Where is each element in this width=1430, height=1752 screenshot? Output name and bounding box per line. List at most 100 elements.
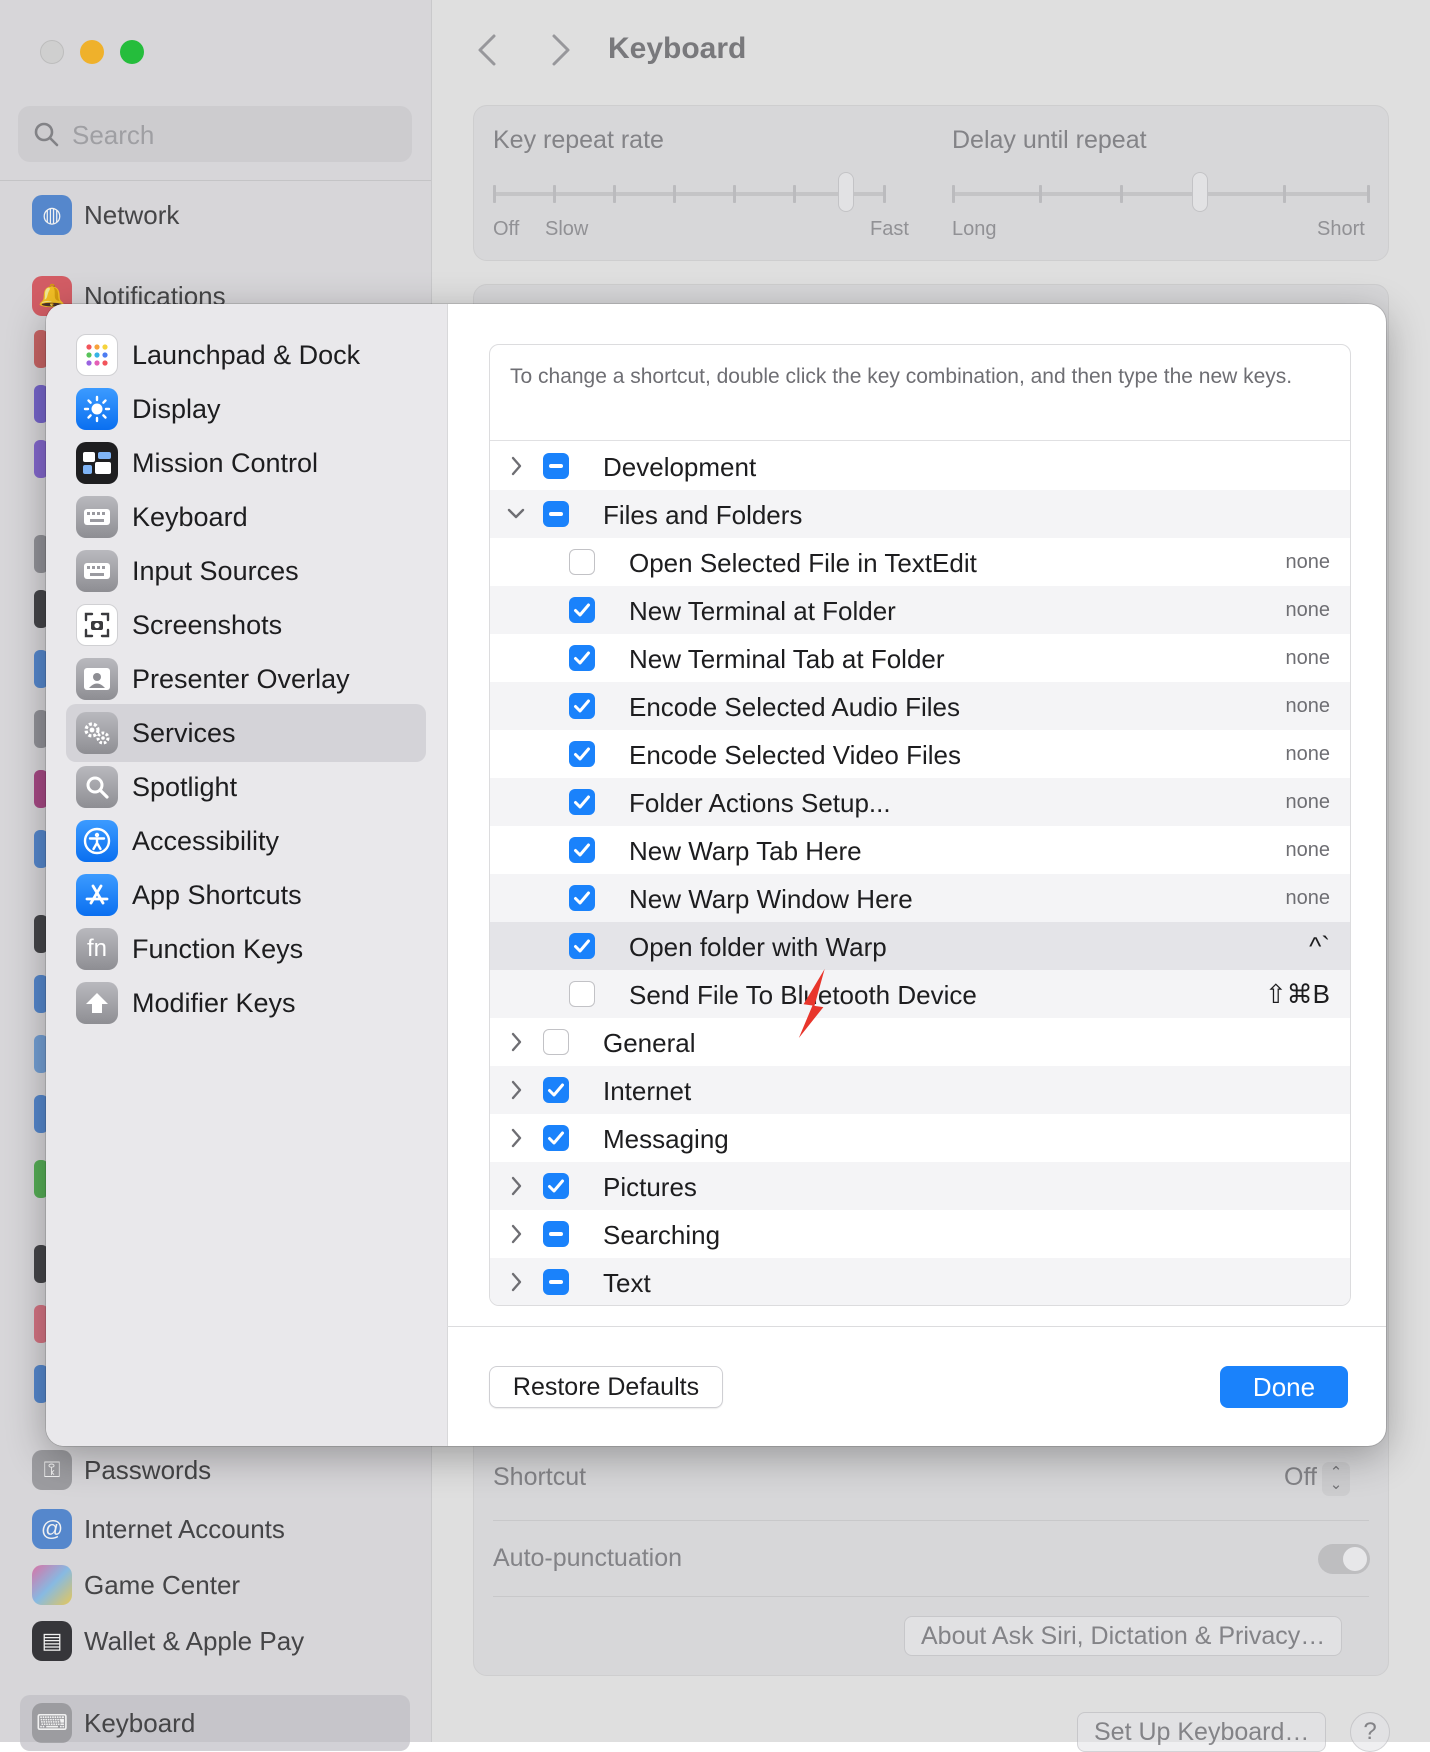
checked-checkbox[interactable] [569, 933, 595, 959]
annotation-arrow-icon [798, 968, 825, 1038]
category-spotlight[interactable]: Spotlight [66, 758, 446, 816]
category-mission-control[interactable]: Mission Control [66, 434, 446, 492]
gears-icon [76, 712, 118, 754]
chevron-down-icon[interactable] [504, 500, 528, 528]
service-group-row[interactable]: Development [490, 442, 1350, 490]
chevron-right-icon[interactable] [504, 1124, 528, 1152]
service-group-row[interactable]: Searching [490, 1210, 1350, 1258]
service-group-row[interactable]: Internet [490, 1066, 1350, 1114]
category-label: Input Sources [132, 555, 299, 586]
shortcut-key-combination[interactable]: ^` [1309, 931, 1330, 962]
category-launchpad-dock[interactable]: Launchpad & Dock [66, 326, 446, 384]
unchecked-checkbox[interactable] [569, 981, 595, 1007]
checked-checkbox[interactable] [569, 837, 595, 863]
spotlight-icon [76, 766, 118, 808]
done-button[interactable]: Done [1220, 1366, 1348, 1408]
category-label: Launchpad & Dock [132, 339, 361, 370]
chevron-right-icon[interactable] [504, 1028, 528, 1056]
chevron-right-icon[interactable] [504, 1076, 528, 1104]
category-accessibility[interactable]: Accessibility [66, 812, 446, 870]
checked-checkbox[interactable] [569, 597, 595, 623]
checked-checkbox[interactable] [543, 1077, 569, 1103]
accessibility-icon [76, 820, 118, 862]
service-name: Folder Actions Setup... [629, 788, 891, 818]
mixed-checkbox[interactable] [543, 453, 569, 479]
category-label: Services [132, 717, 236, 748]
checked-checkbox[interactable] [569, 789, 595, 815]
service-row[interactable]: New Warp Tab Here none [490, 826, 1350, 874]
service-group-row[interactable]: Messaging [490, 1114, 1350, 1162]
category-input-sources[interactable]: Input Sources [66, 542, 446, 600]
service-name: New Terminal at Folder [629, 596, 896, 626]
service-name: New Warp Tab Here [629, 836, 862, 866]
chevron-right-icon[interactable] [504, 452, 528, 480]
restore-defaults-button[interactable]: Restore Defaults [489, 1366, 723, 1408]
launchpad-icon [76, 334, 118, 376]
checked-checkbox[interactable] [543, 1125, 569, 1151]
shortcut-key-combination[interactable]: none [1286, 743, 1331, 766]
shortcut-key-combination[interactable]: none [1286, 551, 1331, 574]
service-row[interactable]: New Warp Window Here none [490, 874, 1350, 922]
unchecked-checkbox[interactable] [569, 549, 595, 575]
category-app-shortcuts[interactable]: App Shortcuts [66, 866, 446, 924]
service-name: New Terminal Tab at Folder [629, 644, 945, 674]
category-modifier-keys[interactable]: Modifier Keys [66, 974, 446, 1032]
shortcut-key-combination[interactable]: none [1286, 839, 1331, 862]
service-name: New Warp Window Here [629, 884, 913, 914]
shortcut-key-combination[interactable]: none [1286, 791, 1331, 814]
service-row[interactable]: Open Selected File in TextEdit none [490, 538, 1350, 586]
service-group-row[interactable]: Pictures [490, 1162, 1350, 1210]
category-screenshots[interactable]: Screenshots [66, 596, 446, 654]
service-group-row[interactable]: Text [490, 1258, 1350, 1305]
checked-checkbox[interactable] [543, 1173, 569, 1199]
category-display[interactable]: Display [66, 380, 446, 438]
service-group-row[interactable]: Files and Folders [490, 490, 1350, 538]
mission-control-icon [76, 442, 118, 484]
service-row[interactable]: Send File To Bluetooth Device ⇧⌘B [490, 970, 1350, 1018]
shortcut-hint-text: To change a shortcut, double click the k… [510, 365, 1293, 388]
category-services[interactable]: Services [66, 704, 426, 762]
service-group-row[interactable]: General [490, 1018, 1350, 1066]
service-name: Open Selected File in TextEdit [629, 548, 977, 578]
shortcut-key-combination[interactable]: ⇧⌘B [1265, 979, 1330, 1010]
service-name: Encode Selected Video Files [629, 740, 961, 770]
services-shortcuts-panel: To change a shortcut, double click the k… [489, 344, 1351, 1306]
shortcut-key-combination[interactable]: none [1286, 647, 1331, 670]
keyboard-icon [76, 496, 118, 538]
mixed-checkbox[interactable] [543, 1221, 569, 1247]
service-row[interactable]: New Terminal Tab at Folder none [490, 634, 1350, 682]
category-keyboard[interactable]: Keyboard [66, 488, 446, 546]
checked-checkbox[interactable] [569, 885, 595, 911]
service-row[interactable]: New Terminal at Folder none [490, 586, 1350, 634]
category-label: Mission Control [132, 447, 319, 478]
chevron-right-icon[interactable] [504, 1268, 528, 1296]
checked-checkbox[interactable] [569, 741, 595, 767]
shortcut-key-combination[interactable]: none [1286, 887, 1331, 910]
category-presenter-overlay[interactable]: Presenter Overlay [66, 650, 446, 708]
display-icon [76, 388, 118, 430]
mixed-checkbox[interactable] [543, 1269, 569, 1295]
service-row[interactable]: Encode Selected Audio Files none [490, 682, 1350, 730]
service-row[interactable]: Folder Actions Setup... none [490, 778, 1350, 826]
chevron-right-icon[interactable] [504, 1172, 528, 1200]
system-settings-window: Search ◍ Network 🔔 Notifications ⚿ Passw [0, 0, 1430, 1752]
shortcut-key-combination[interactable]: none [1286, 695, 1331, 718]
app-store-icon [76, 874, 118, 916]
unchecked-checkbox[interactable] [543, 1029, 569, 1055]
hint-divider [490, 440, 1350, 441]
mixed-checkbox[interactable] [543, 501, 569, 527]
service-row[interactable]: Encode Selected Video Files none [490, 730, 1350, 778]
category-label: App Shortcuts [132, 879, 302, 910]
shortcut-key-combination[interactable]: none [1286, 599, 1331, 622]
service-name: Pictures [603, 1172, 697, 1202]
service-row[interactable]: Open folder with Warp ^` [490, 922, 1350, 970]
checked-checkbox[interactable] [569, 693, 595, 719]
category-label: Modifier Keys [132, 987, 296, 1018]
input-sources-icon [76, 550, 118, 592]
service-name: Open folder with Warp [629, 932, 887, 962]
category-label: Spotlight [132, 771, 238, 802]
checked-checkbox[interactable] [569, 645, 595, 671]
category-function-keys[interactable]: fn Function Keys [66, 920, 446, 978]
chevron-right-icon[interactable] [504, 1220, 528, 1248]
service-name: Files and Folders [603, 500, 803, 530]
